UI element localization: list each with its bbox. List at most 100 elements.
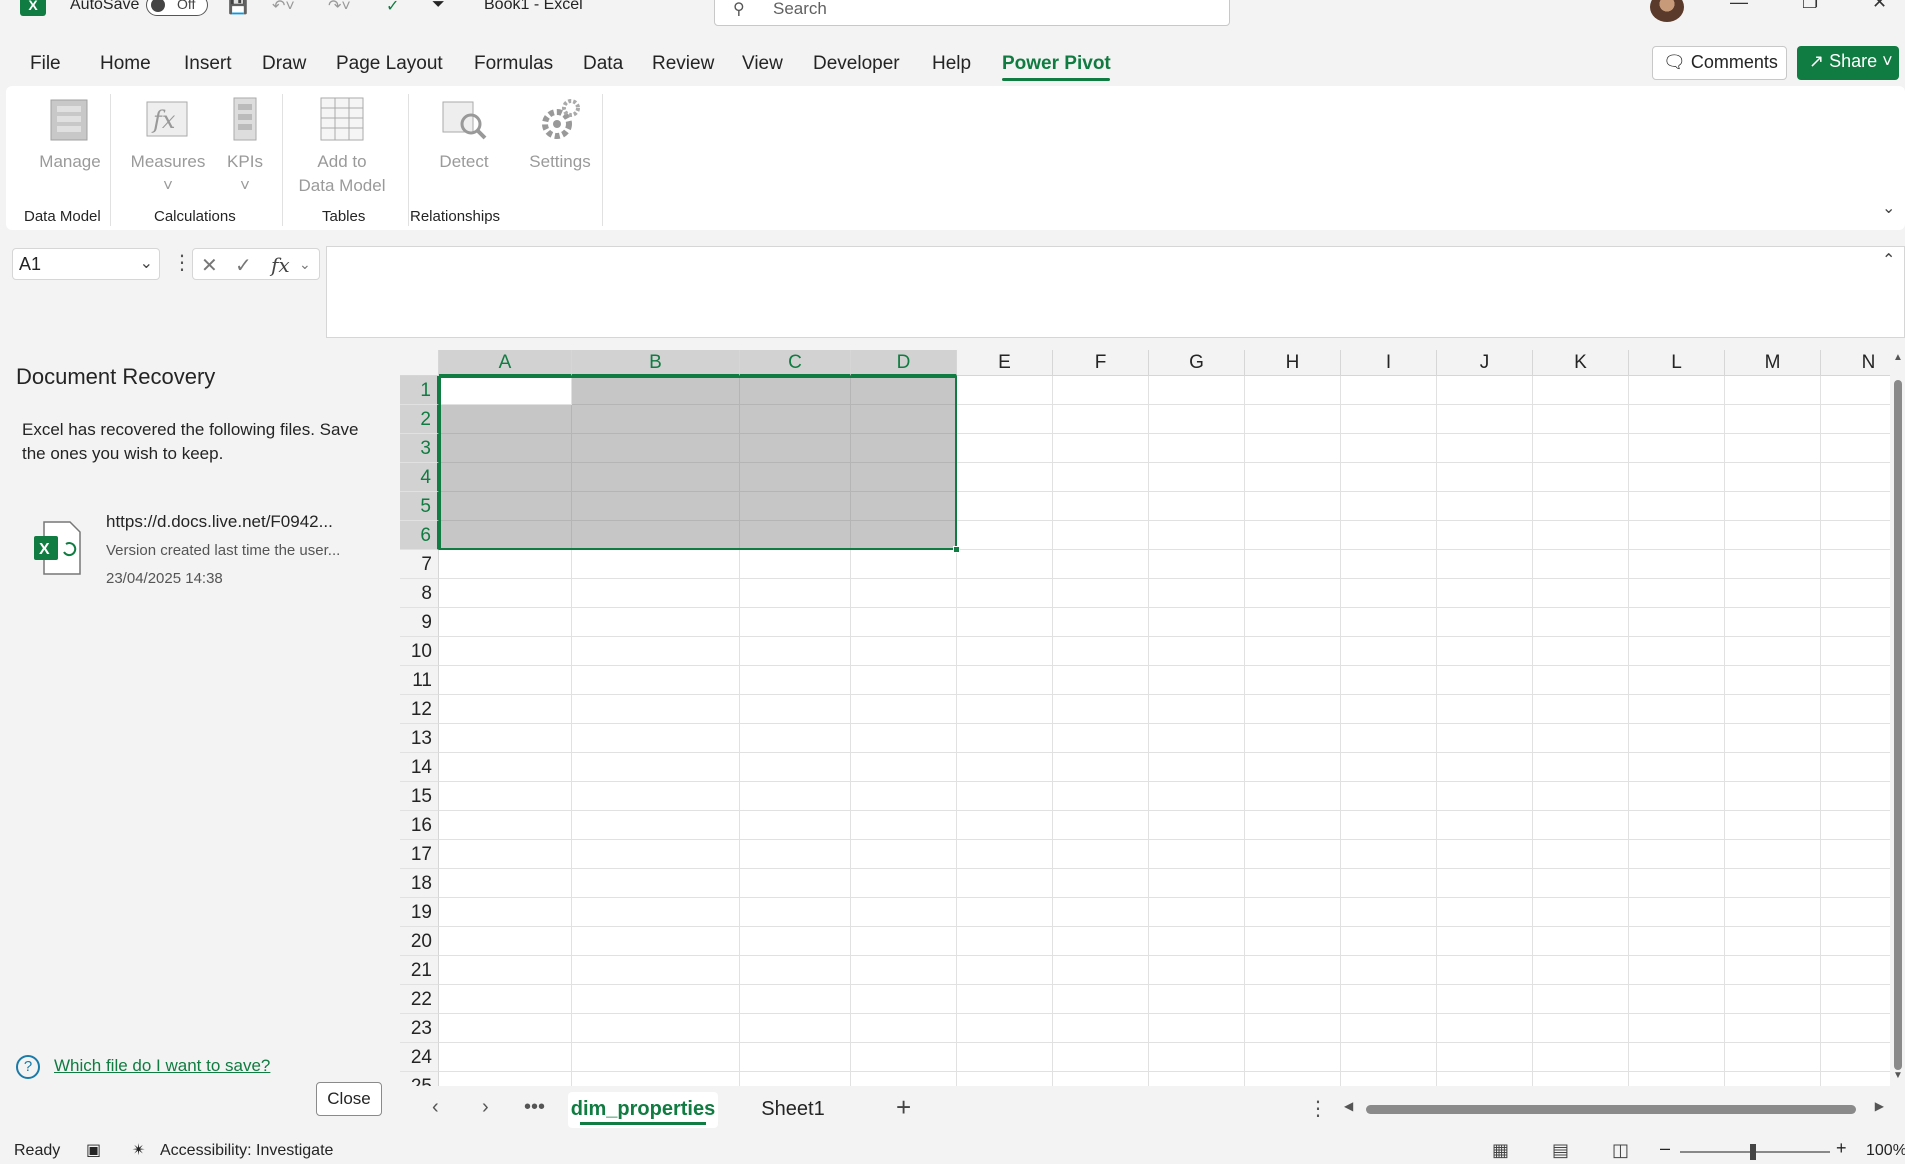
cell[interactable]	[851, 898, 957, 927]
column-header[interactable]: B	[572, 350, 740, 376]
cell[interactable]	[1341, 869, 1437, 898]
cell[interactable]	[1437, 405, 1533, 434]
cell[interactable]	[1725, 1043, 1821, 1072]
cell[interactable]	[740, 637, 851, 666]
cell[interactable]	[1725, 927, 1821, 956]
cell[interactable]	[851, 608, 957, 637]
cell[interactable]	[572, 405, 740, 434]
cell[interactable]	[1725, 608, 1821, 637]
cell[interactable]	[1629, 550, 1725, 579]
cell[interactable]	[957, 434, 1053, 463]
row-header[interactable]: 18	[400, 869, 439, 898]
cell[interactable]	[1821, 840, 1890, 869]
cell[interactable]	[1821, 1014, 1890, 1043]
cell[interactable]	[1341, 550, 1437, 579]
cell[interactable]	[1053, 1072, 1149, 1086]
cell[interactable]	[572, 956, 740, 985]
cancel-icon[interactable]: ✕	[201, 253, 218, 278]
cell[interactable]	[957, 695, 1053, 724]
cell[interactable]	[1149, 782, 1245, 811]
tab-insert[interactable]: Insert	[184, 53, 232, 75]
row-header[interactable]: 1	[400, 376, 439, 405]
cell[interactable]	[1533, 985, 1629, 1014]
cell[interactable]	[439, 463, 572, 492]
worksheet-grid[interactable]: A B C D E F G H I J K L M N 1 2 3 4 5 6 7 8 9 10 11 12 13 14 15 16 17 1…	[400, 350, 1890, 1086]
cell[interactable]	[851, 724, 957, 753]
cell[interactable]	[851, 666, 957, 695]
cell[interactable]	[1245, 434, 1341, 463]
cell[interactable]	[1821, 1072, 1890, 1086]
cell[interactable]	[1533, 782, 1629, 811]
autosave-toggle[interactable]: Off	[146, 0, 208, 16]
cell[interactable]	[957, 869, 1053, 898]
cell[interactable]	[1149, 376, 1245, 405]
cell[interactable]	[1341, 1072, 1437, 1086]
cell[interactable]	[1437, 1072, 1533, 1086]
cell[interactable]	[851, 695, 957, 724]
cell[interactable]	[1053, 405, 1149, 434]
cell[interactable]	[1629, 869, 1725, 898]
cell[interactable]	[1629, 1014, 1725, 1043]
cell[interactable]	[851, 463, 957, 492]
cell[interactable]	[1629, 840, 1725, 869]
cell[interactable]	[957, 463, 1053, 492]
cell[interactable]	[1437, 463, 1533, 492]
cell[interactable]	[1725, 898, 1821, 927]
row-header[interactable]: 6	[400, 521, 439, 550]
cell[interactable]	[1821, 811, 1890, 840]
cell[interactable]	[1341, 608, 1437, 637]
column-header[interactable]: D	[851, 350, 957, 376]
column-header[interactable]: H	[1245, 350, 1341, 376]
row-header[interactable]: 2	[400, 405, 439, 434]
cell[interactable]	[1149, 550, 1245, 579]
cell[interactable]	[439, 492, 572, 521]
cell[interactable]	[1821, 753, 1890, 782]
close-window-icon[interactable]: ✕	[1872, 0, 1887, 13]
cell[interactable]	[1245, 724, 1341, 753]
cell[interactable]	[1533, 434, 1629, 463]
cell[interactable]	[1725, 1072, 1821, 1086]
cell[interactable]	[1437, 956, 1533, 985]
cell[interactable]	[1149, 724, 1245, 753]
row-header[interactable]: 7	[400, 550, 439, 579]
cell[interactable]	[1149, 1072, 1245, 1086]
cell[interactable]	[740, 608, 851, 637]
cell[interactable]	[1629, 724, 1725, 753]
cell[interactable]	[1053, 1014, 1149, 1043]
cell[interactable]	[851, 840, 957, 869]
formula-input[interactable]	[326, 246, 1905, 338]
cell[interactable]	[1341, 666, 1437, 695]
cell[interactable]	[572, 492, 740, 521]
cell[interactable]	[1341, 579, 1437, 608]
cell[interactable]	[1437, 608, 1533, 637]
cell[interactable]	[1245, 956, 1341, 985]
cell[interactable]	[1245, 550, 1341, 579]
cell[interactable]	[1053, 898, 1149, 927]
cell[interactable]	[957, 753, 1053, 782]
cell[interactable]	[1533, 579, 1629, 608]
cell[interactable]	[1533, 608, 1629, 637]
cell[interactable]	[1053, 927, 1149, 956]
cell[interactable]	[957, 927, 1053, 956]
cell[interactable]	[740, 463, 851, 492]
cell[interactable]	[1533, 1014, 1629, 1043]
cell[interactable]	[1437, 637, 1533, 666]
scroll-right-icon[interactable]: ▶	[1875, 1099, 1884, 1113]
cell[interactable]	[1053, 753, 1149, 782]
cell[interactable]	[1821, 434, 1890, 463]
cell[interactable]	[957, 724, 1053, 753]
horizontal-scrollbar[interactable]: ◀ ▶	[1344, 1099, 1884, 1116]
cell[interactable]	[1245, 666, 1341, 695]
cell[interactable]	[851, 521, 957, 550]
cell[interactable]	[1725, 666, 1821, 695]
cell[interactable]	[740, 405, 851, 434]
more-options-icon[interactable]: ⋮	[1308, 1096, 1328, 1121]
column-header[interactable]: G	[1149, 350, 1245, 376]
row-header[interactable]: 17	[400, 840, 439, 869]
column-header[interactable]: N	[1821, 350, 1890, 376]
cell[interactable]	[740, 927, 851, 956]
cell[interactable]	[1053, 521, 1149, 550]
cell[interactable]	[1821, 463, 1890, 492]
cell[interactable]	[572, 753, 740, 782]
cell[interactable]	[439, 1072, 572, 1086]
